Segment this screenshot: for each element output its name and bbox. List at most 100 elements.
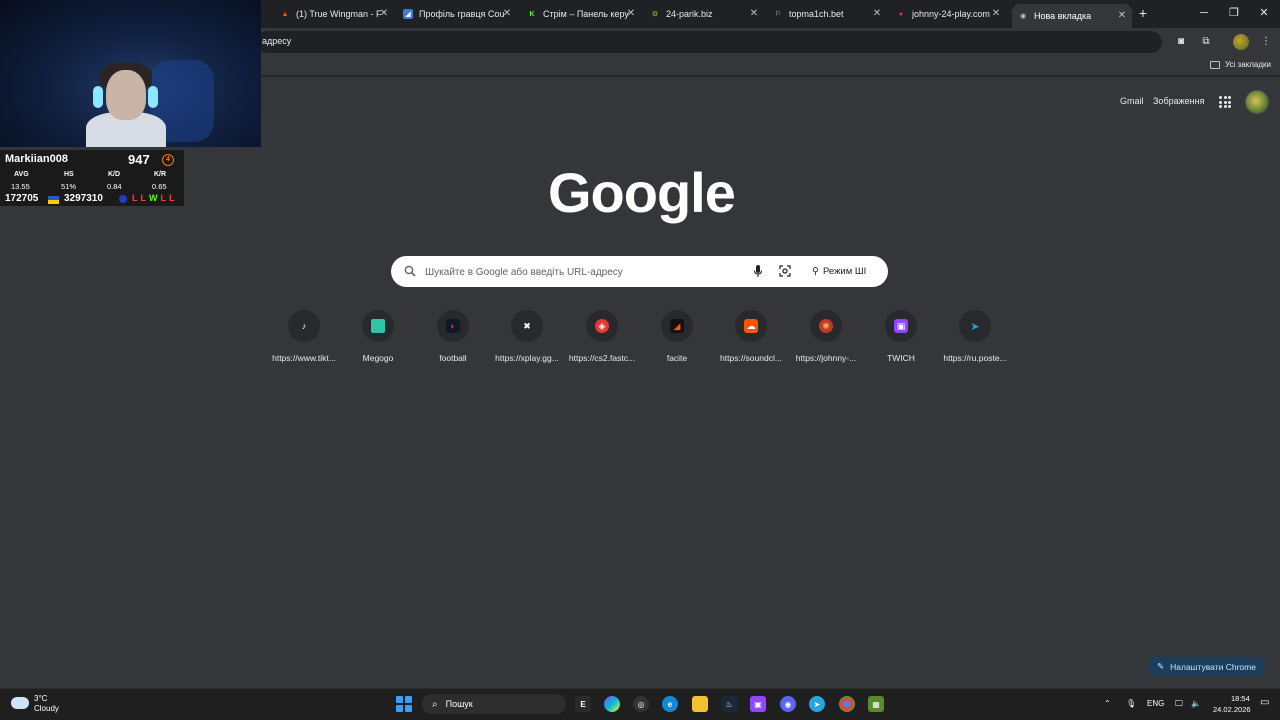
tab-topmatch[interactable]: ⚐ topma1ch.bet ✕ [773, 4, 883, 24]
close-icon[interactable]: ✕ [501, 8, 513, 20]
result-win: W [149, 193, 158, 203]
profile-icon: ◢ [403, 9, 413, 19]
shortcut-posterum[interactable]: ➤ https://ru.poste... [938, 310, 1012, 372]
tab-stream-dashboard[interactable]: K Стрім – Панель керу ✕ [527, 4, 637, 24]
close-icon[interactable]: ✕ [748, 8, 760, 20]
extensions-puzzle-icon[interactable]: ⧉ [1198, 34, 1214, 50]
language-indicator[interactable]: ENG [1147, 699, 1164, 708]
microphone-icon[interactable] [752, 264, 764, 278]
gear-icon: ⚙ [651, 11, 659, 18]
fastcup-icon: ◈ [595, 319, 609, 333]
network-icon[interactable]: 🖵 [1175, 699, 1183, 709]
google-logo: Google [548, 161, 736, 224]
shortcut-circle: ✖ [511, 310, 543, 342]
discord-icon[interactable]: ◉ [780, 696, 796, 712]
all-bookmarks-button[interactable]: Усі закладки [1210, 60, 1271, 69]
result-loss: L [160, 193, 167, 203]
soundcloud-icon: ☁ [744, 319, 758, 333]
volume-icon[interactable]: 🔈 [1191, 699, 1201, 708]
microphone-icon[interactable]: 🎙 [1126, 699, 1136, 708]
shortcut-cs2-fastcup[interactable]: ◈ https://cs2.fastc... [565, 310, 639, 372]
shortcut-facite[interactable]: ◢ facite [640, 310, 714, 372]
close-icon[interactable]: ✕ [990, 8, 1002, 20]
tab-24-parik[interactable]: ⚙ 24-parik.biz ✕ [650, 4, 760, 24]
close-icon[interactable]: ✕ [1116, 10, 1128, 22]
region-eu-icon [119, 195, 127, 203]
shortcut-megogo[interactable]: ▬ Megogo [341, 310, 415, 372]
profile-avatar[interactable] [1233, 34, 1249, 50]
file-explorer-icon[interactable] [692, 696, 708, 712]
obs-icon[interactable]: ◎ [633, 696, 649, 712]
google-apps-icon[interactable] [1219, 96, 1231, 108]
shortcut-circle: ◈ [586, 310, 618, 342]
telegram-icon[interactable]: ➤ [809, 696, 825, 712]
windows-start-button[interactable] [396, 696, 412, 712]
customize-chrome-button[interactable]: ✎ Налаштувати Chrome [1148, 657, 1265, 676]
chrome-icon[interactable] [839, 696, 855, 712]
result-loss: L [132, 193, 138, 203]
shortcut-twitch[interactable]: ▣ TWICH [864, 310, 938, 372]
copilot-icon[interactable] [604, 696, 620, 712]
ukraine-flag-icon [48, 196, 59, 204]
notifications-icon[interactable]: ▭ [1260, 697, 1269, 708]
stat-header: HS [64, 171, 74, 178]
shortcut-johnny[interactable]: ✺ https://johnny-... [789, 310, 863, 372]
shortcut-circle: ✺ [810, 310, 842, 342]
shortcut-soundcloud[interactable]: ☁ https://soundcl... [714, 310, 788, 372]
stat-header: K/D [108, 171, 121, 178]
close-icon[interactable]: ✕ [625, 8, 637, 20]
close-icon[interactable]: ✕ [378, 8, 390, 20]
minimize-button[interactable]: ─ [1197, 6, 1211, 20]
weather-temperature[interactable]: 3°C [34, 694, 47, 703]
shortcut-circle: ♪ [288, 310, 320, 342]
tab-player-profile[interactable]: ◢ Профіль гравця Cou ✕ [403, 4, 513, 24]
chevron-up-icon[interactable]: ⌃ [1104, 699, 1111, 708]
maximize-button[interactable]: ❐ [1227, 6, 1241, 20]
shortcut-label: football [439, 353, 467, 363]
result-loss: L [140, 193, 147, 203]
extension-icon[interactable]: ◙ [1173, 34, 1189, 50]
arrow-icon: ➤ [970, 320, 980, 333]
folder-icon [1210, 60, 1220, 69]
tab-new-tab[interactable]: ◉ Нова вкладка ✕ [1012, 4, 1132, 28]
menu-kebab-icon[interactable]: ⋮ [1258, 34, 1274, 50]
shortcut-label: https://www.tikt... [272, 353, 336, 363]
ai-mode-label: Режим ШІ [822, 266, 867, 277]
taskbar-search[interactable]: ⌕ Пошук [422, 694, 566, 714]
tab-true-wingman[interactable]: ▲ (1) True Wingman - F ✕ [280, 4, 390, 24]
clock-date[interactable]: 24.02.2026 [1213, 705, 1251, 714]
twitch-icon[interactable]: ▣ [750, 696, 766, 712]
images-link[interactable]: Зображення [1153, 96, 1204, 106]
shortcut-xplay[interactable]: ✖ https://xplay.gg... [490, 310, 564, 372]
shortcut-circle: ☁ [735, 310, 767, 342]
epic-games-icon[interactable]: E [575, 696, 591, 712]
faceit-icon: ◢ [670, 319, 684, 333]
faceit-icon: ▲ [281, 10, 289, 18]
shortcut-label: https://ru.poste... [943, 353, 1007, 363]
minecraft-icon[interactable]: ▦ [868, 696, 884, 712]
weather-condition[interactable]: Cloudy [34, 704, 59, 713]
edge-icon[interactable]: e [662, 696, 678, 712]
cloud-icon[interactable] [11, 697, 29, 709]
webcam-overlay [0, 0, 261, 147]
close-window-button[interactable]: ✕ [1257, 6, 1271, 20]
address-bar-text[interactable]: адресу [262, 36, 291, 46]
steam-icon[interactable]: ♨ [721, 696, 737, 712]
search-icon [404, 265, 416, 277]
ai-mode-button[interactable]: ⚲ Режим ШІ [806, 262, 872, 281]
clock-time[interactable]: 18:54 [1231, 694, 1250, 703]
shortcut-football[interactable]: ◐ football [416, 310, 490, 372]
search-input[interactable] [425, 261, 745, 283]
tab-title: 24-parik.biz [666, 9, 713, 19]
google-account-avatar[interactable] [1245, 90, 1269, 114]
gmail-link[interactable]: Gmail [1120, 96, 1144, 106]
address-bar[interactable] [256, 31, 1162, 53]
shortcut-tiktok[interactable]: ♪ https://www.tikt... [267, 310, 341, 372]
google-lens-icon[interactable] [779, 265, 791, 277]
tab-johnny-24[interactable]: ● johnny-24-play.com ✕ [896, 4, 1002, 24]
close-icon[interactable]: ✕ [871, 8, 883, 20]
new-tab-button[interactable]: + [1136, 6, 1150, 20]
stat-value: 51% [61, 182, 77, 191]
shortcut-label: https://soundcl... [720, 353, 782, 363]
xplay-icon: ✖ [523, 320, 531, 331]
